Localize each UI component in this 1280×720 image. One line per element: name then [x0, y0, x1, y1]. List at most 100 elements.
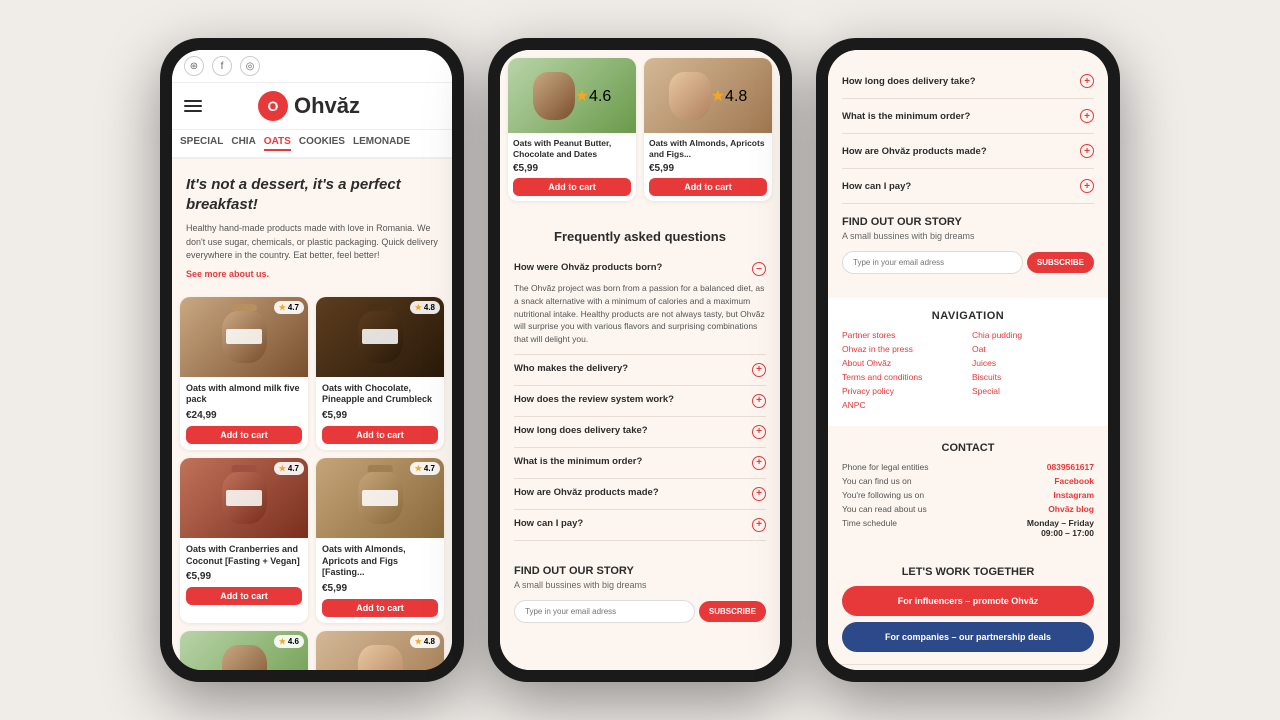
p3-faq-1[interactable]: What is the minimum order? +: [842, 99, 1094, 134]
menu-button[interactable]: [184, 100, 202, 112]
rating-3: ★4.7: [274, 462, 304, 475]
nav-chia[interactable]: CHIA: [231, 136, 255, 151]
work-section: LET'S WORK TOGETHER For influencers – pr…: [828, 554, 1108, 664]
product-price-2: €5,99: [322, 410, 438, 421]
nav-about[interactable]: About Ohvăz: [842, 358, 964, 368]
rating-1: ★4.7: [274, 301, 304, 314]
faq-item-3: How long does delivery take? +: [514, 417, 766, 448]
nav-juices[interactable]: Juices: [972, 358, 1094, 368]
p3-faq-q-1: What is the minimum order?: [842, 111, 970, 122]
faq-expand-icon-4[interactable]: +: [752, 456, 766, 470]
faq-question-1[interactable]: Who makes the delivery? +: [514, 363, 766, 377]
product-price-4: €5,99: [322, 583, 438, 594]
faq-title: Frequently asked questions: [514, 229, 766, 244]
faq-question-5[interactable]: How are Ohvăz products made? +: [514, 487, 766, 501]
faq-item-4: What is the minimum order? +: [514, 448, 766, 479]
email-input[interactable]: [514, 600, 695, 623]
nav-col-right: Chia pudding Oat Juices Biscuits Special: [972, 330, 1094, 414]
p2-name-1: Oats with Peanut Butter, Chocolate and D…: [513, 138, 631, 160]
hero-link[interactable]: See more about us.: [186, 269, 438, 279]
faq-answer-0: The Ohvăz project was born from a passio…: [514, 282, 766, 346]
p3-faq-3[interactable]: How can I pay? +: [842, 169, 1094, 204]
faq-expand-icon-1[interactable]: +: [752, 363, 766, 377]
faq-question-3[interactable]: How long does delivery take? +: [514, 425, 766, 439]
contact-label-2: You're following us on: [842, 490, 924, 500]
contact-value-2: Instagram: [1053, 490, 1094, 500]
nav-privacy[interactable]: Privacy policy: [842, 386, 964, 396]
p3-email-input[interactable]: [842, 251, 1023, 274]
p2-card-1: ★4.6 Oats with Peanut Butter, Chocolate …: [508, 58, 636, 201]
phone-1-scroll[interactable]: ⊛ f ◎ O Ohvăz SPECIAL CHIA OATS: [172, 50, 452, 670]
faq-expand-icon-3[interactable]: +: [752, 425, 766, 439]
nav-lemonade[interactable]: LEMONADE: [353, 136, 410, 151]
nav-partner-stores[interactable]: Partner stores: [842, 330, 964, 340]
product-price-1: €24,99: [186, 410, 302, 421]
nav-ohvaz-press[interactable]: Ohvaz in the press: [842, 344, 964, 354]
nav-section: NAVIGATION Partner stores Ohvaz in the p…: [828, 298, 1108, 426]
nav-anpc[interactable]: ANPC: [842, 400, 964, 410]
faq-question-4[interactable]: What is the minimum order? +: [514, 456, 766, 470]
p3-faq-2[interactable]: How are Ohvăz products made? +: [842, 134, 1094, 169]
nav-oats[interactable]: OATS: [264, 136, 291, 151]
faq-item-0: How were Ohvăz products born? − The Ohvă…: [514, 254, 766, 355]
product-image-3: ★4.7: [180, 458, 308, 538]
p2-card-2: ★4.8 Oats with Almonds, Apricots and Fig…: [644, 58, 772, 201]
contact-section: CONTACT Phone for legal entities 0839561…: [828, 430, 1108, 554]
product-image-4: ★4.7: [316, 458, 444, 538]
facebook-icon[interactable]: f: [212, 56, 232, 76]
phone-3: How long does delivery take? + What is t…: [816, 38, 1120, 682]
company-button[interactable]: For companies – our partnership deals: [842, 622, 1094, 652]
phone-2-scroll[interactable]: ★4.6 Oats with Peanut Butter, Chocolate …: [500, 50, 780, 670]
p3-faq-icon-3[interactable]: +: [1080, 179, 1094, 193]
faq-question-2[interactable]: How does the review system work? +: [514, 394, 766, 408]
hero-section: It's not a dessert, it's a perfect break…: [172, 159, 452, 289]
p3-story-sub: A small bussines with big dreams: [842, 231, 1094, 241]
p3-faq-icon-1[interactable]: +: [1080, 109, 1094, 123]
p2-price-2: €5,99: [649, 163, 767, 174]
hero-text: Healthy hand-made products made with lov…: [186, 222, 438, 263]
p2-price-1: €5,99: [513, 163, 631, 174]
p3-faq-0[interactable]: How long does delivery take? +: [842, 64, 1094, 99]
top-products: ★4.6 Oats with Peanut Butter, Chocolate …: [500, 50, 780, 217]
p3-faq-icon-0[interactable]: +: [1080, 74, 1094, 88]
product-name-1: Oats with almond milk five pack: [186, 383, 302, 406]
footer: Redesign by: Ema Devcic All rights reser…: [828, 664, 1108, 670]
faq-question-6[interactable]: How can I pay? +: [514, 518, 766, 532]
subscribe-button[interactable]: SUBSCRIBE: [699, 601, 766, 622]
contact-row-1: You can find us on Facebook: [842, 476, 1094, 486]
add-to-cart-4[interactable]: Add to cart: [322, 599, 438, 617]
faq-item-1: Who makes the delivery? +: [514, 355, 766, 386]
nav-chia[interactable]: Chia pudding: [972, 330, 1094, 340]
story-title: FIND OUT OUR STORY: [514, 565, 766, 577]
faq-collapse-icon[interactable]: −: [752, 262, 766, 276]
nav-special[interactable]: SPECIAL: [180, 136, 223, 151]
faq-expand-icon-2[interactable]: +: [752, 394, 766, 408]
p3-faq-icon-2[interactable]: +: [1080, 144, 1094, 158]
add-to-cart-2[interactable]: Add to cart: [322, 426, 438, 444]
logo-text: Ohvăz: [294, 93, 360, 119]
p2-add-1[interactable]: Add to cart: [513, 178, 631, 196]
whatsapp-icon[interactable]: ⊛: [184, 56, 204, 76]
faq-question-0[interactable]: How were Ohvăz products born? −: [514, 262, 766, 276]
nav-biscuits[interactable]: Biscuits: [972, 372, 1094, 382]
phone-3-scroll[interactable]: How long does delivery take? + What is t…: [828, 50, 1108, 670]
faq-expand-icon-5[interactable]: +: [752, 487, 766, 501]
faq-expand-icon-6[interactable]: +: [752, 518, 766, 532]
p3-subscribe-btn[interactable]: SUBSCRIBE: [1027, 252, 1094, 273]
p3-faq: How long does delivery take? + What is t…: [828, 50, 1108, 204]
influencer-button[interactable]: For influencers – promote Ohvăz: [842, 586, 1094, 616]
add-to-cart-3[interactable]: Add to cart: [186, 587, 302, 605]
add-to-cart-1[interactable]: Add to cart: [186, 426, 302, 444]
nav-terms[interactable]: Terms and conditions: [842, 372, 964, 382]
nav-cookies[interactable]: COOKIES: [299, 136, 345, 151]
nav-oat[interactable]: Oat: [972, 344, 1094, 354]
contact-label-1: You can find us on: [842, 476, 912, 486]
instagram-icon[interactable]: ◎: [240, 56, 260, 76]
p2-img-2: ★4.8: [644, 58, 772, 133]
phone-1: ⊛ f ◎ O Ohvăz SPECIAL CHIA OATS: [160, 38, 464, 682]
contact-row-3: You can read about us Ohvăz blog: [842, 504, 1094, 514]
nav-special[interactable]: Special: [972, 386, 1094, 396]
contact-value-1: Facebook: [1054, 476, 1094, 486]
product-name-3: Oats with Cranberries and Coconut [Fasti…: [186, 544, 302, 567]
p2-add-2[interactable]: Add to cart: [649, 178, 767, 196]
